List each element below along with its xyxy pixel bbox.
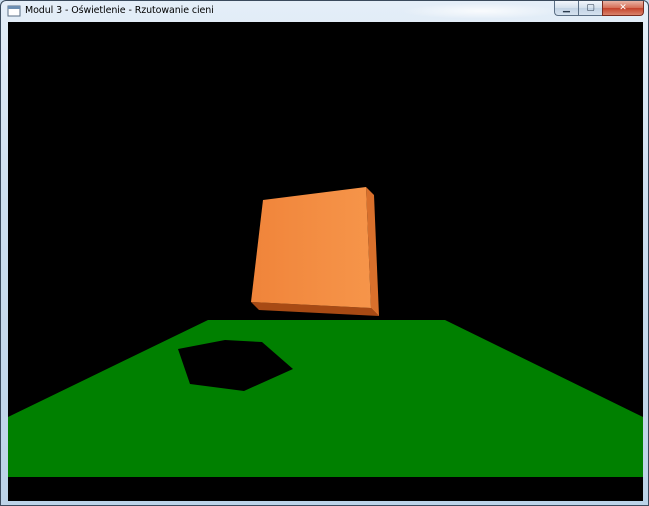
- close-icon: ✕: [619, 2, 627, 13]
- close-button[interactable]: ✕: [602, 1, 644, 16]
- minimize-button[interactable]: ▁: [554, 1, 578, 16]
- rendered-scene: [8, 187, 643, 477]
- caption-buttons: ▁ ▢ ✕: [554, 1, 644, 17]
- title-bar[interactable]: Modul 3 - Oświetlenie - Rzutowanie cieni…: [1, 1, 648, 21]
- opengl-viewport[interactable]: [8, 22, 643, 501]
- maximize-icon: ▢: [586, 2, 595, 13]
- floor-plane: [8, 320, 643, 477]
- cube-front-face: [251, 187, 371, 308]
- application-window: Modul 3 - Oświetlenie - Rzutowanie cieni…: [0, 0, 649, 506]
- app-window-icon[interactable]: [7, 5, 21, 17]
- title-bar-glow: [401, 3, 561, 19]
- maximize-button[interactable]: ▢: [578, 1, 602, 16]
- window-title: Modul 3 - Oświetlenie - Rzutowanie cieni: [25, 5, 214, 16]
- minimize-icon: ▁: [563, 2, 570, 13]
